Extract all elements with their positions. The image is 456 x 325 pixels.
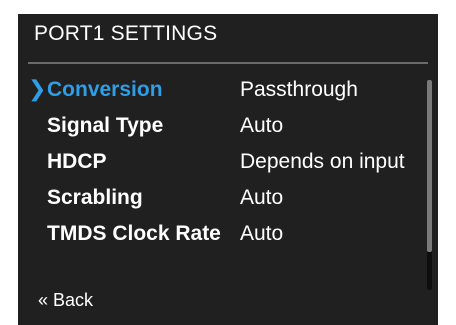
menu-item-tmds-clock-rate[interactable]: TMDS Clock Rate Auto bbox=[18, 218, 430, 254]
scrollbar-thumb[interactable] bbox=[427, 80, 432, 252]
menu-item-hdcp[interactable]: HDCP Depends on input bbox=[18, 146, 430, 182]
menu-item-signal-type[interactable]: Signal Type Auto bbox=[18, 110, 430, 146]
menu-scrollbar[interactable] bbox=[427, 80, 432, 290]
menu-item-label: Scrabling bbox=[47, 186, 143, 209]
menu-item-value: Passthrough bbox=[240, 78, 358, 101]
settings-screen: PORT1 SETTINGS ❯ Conversion Passthrough … bbox=[18, 14, 438, 325]
menu-item-label: TMDS Clock Rate bbox=[47, 222, 221, 245]
menu-item-value: Auto bbox=[240, 186, 284, 209]
menu-item-label: Conversion bbox=[47, 78, 163, 101]
menu-item-label: Signal Type bbox=[47, 114, 164, 137]
menu-item-conversion[interactable]: ❯ Conversion Passthrough bbox=[18, 74, 430, 110]
back-button[interactable]: « Back bbox=[38, 290, 93, 311]
menu-item-value: Depends on input bbox=[240, 150, 405, 173]
page-title: PORT1 SETTINGS bbox=[34, 22, 218, 45]
chevron-right-icon: ❯ bbox=[28, 76, 47, 101]
menu-item-label: HDCP bbox=[47, 150, 107, 173]
title-divider bbox=[28, 62, 428, 64]
menu-item-value: Auto bbox=[240, 222, 284, 245]
menu-item-scrabling[interactable]: Scrabling Auto bbox=[18, 182, 430, 218]
menu-item-value: Auto bbox=[240, 114, 284, 137]
settings-menu: ❯ Conversion Passthrough Signal Type Aut… bbox=[18, 74, 430, 254]
